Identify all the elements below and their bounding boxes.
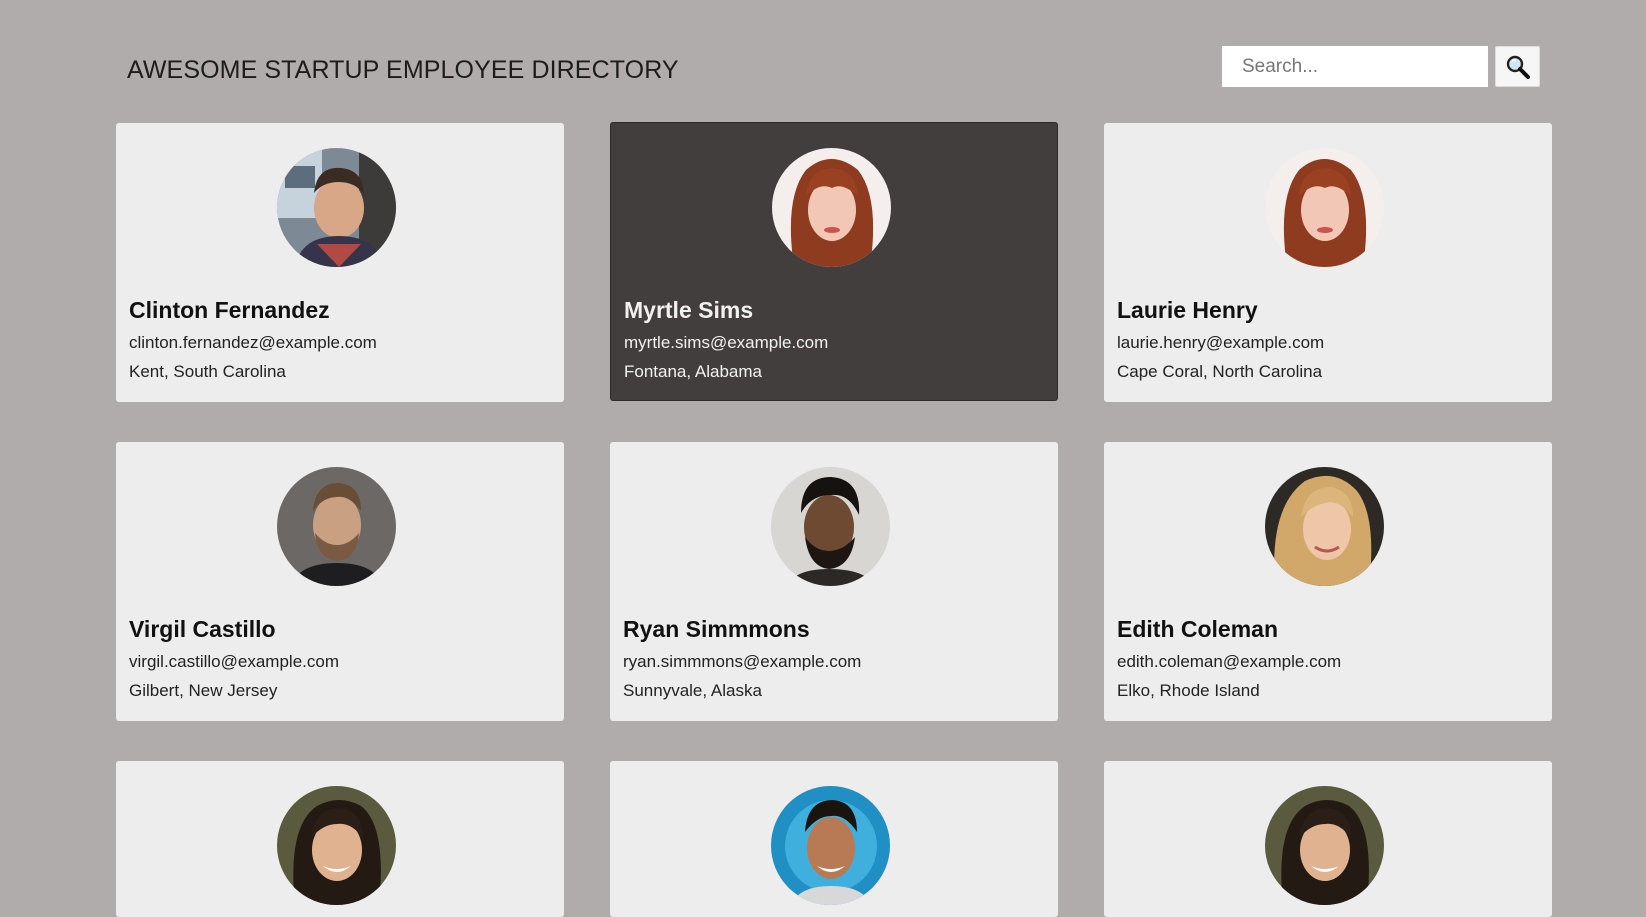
employee-location: Kent, South Carolina	[129, 362, 286, 381]
employee-location: Sunnyvale, Alaska	[623, 681, 762, 700]
employee-card[interactable]	[116, 761, 564, 917]
avatar	[277, 786, 396, 905]
employee-location: Fontana, Alabama	[624, 362, 762, 381]
avatar	[771, 467, 890, 586]
employee-card[interactable]: Ryan Simmmons ryan.simmmons@example.com …	[610, 442, 1058, 721]
employee-location: Elko, Rhode Island	[1117, 681, 1260, 700]
employee-name: Laurie Henry	[1117, 297, 1258, 323]
employee-card[interactable]: Virgil Castillo virgil.castillo@example.…	[116, 442, 564, 721]
employee-email: myrtle.sims@example.com	[624, 333, 829, 352]
avatar	[772, 148, 891, 267]
employee-name: Edith Coleman	[1117, 616, 1279, 642]
employee-location: Cape Coral, North Carolina	[1117, 362, 1323, 381]
employee-email: ryan.simmmons@example.com	[623, 652, 862, 671]
employee-name: Clinton Fernandez	[129, 297, 330, 323]
employee-name: Virgil Castillo	[129, 616, 276, 642]
employee-card[interactable]: Clinton Fernandez clinton.fernandez@exam…	[116, 123, 564, 402]
avatar	[1265, 148, 1384, 267]
page-header: AWESOME STARTUP EMPLOYEE DIRECTORY	[0, 0, 1646, 122]
employee-name: Myrtle Sims	[624, 297, 754, 323]
avatar	[277, 467, 396, 586]
employee-card[interactable]: Edith Coleman edith.coleman@example.com …	[1104, 442, 1552, 721]
search-input[interactable]	[1222, 46, 1488, 87]
avatar	[277, 148, 396, 267]
employee-card[interactable]	[610, 761, 1058, 917]
employee-card[interactable]: Laurie Henry laurie.henry@example.com Ca…	[1104, 123, 1552, 402]
search-button[interactable]	[1495, 46, 1540, 87]
employee-email: laurie.henry@example.com	[1117, 333, 1325, 352]
avatar	[1265, 786, 1384, 905]
avatar	[771, 786, 890, 905]
employee-card-selected[interactable]: Myrtle Sims myrtle.sims@example.com Font…	[610, 122, 1058, 401]
employee-email: virgil.castillo@example.com	[129, 652, 339, 671]
employee-location: Gilbert, New Jersey	[129, 681, 278, 700]
employee-email: edith.coleman@example.com	[1117, 652, 1342, 671]
employee-email: clinton.fernandez@example.com	[129, 333, 377, 352]
magnifier-icon	[1506, 55, 1530, 79]
page-title: AWESOME STARTUP EMPLOYEE DIRECTORY	[127, 56, 679, 84]
employee-card[interactable]	[1104, 761, 1552, 917]
employee-name: Ryan Simmmons	[623, 616, 810, 642]
avatar	[1265, 467, 1384, 586]
